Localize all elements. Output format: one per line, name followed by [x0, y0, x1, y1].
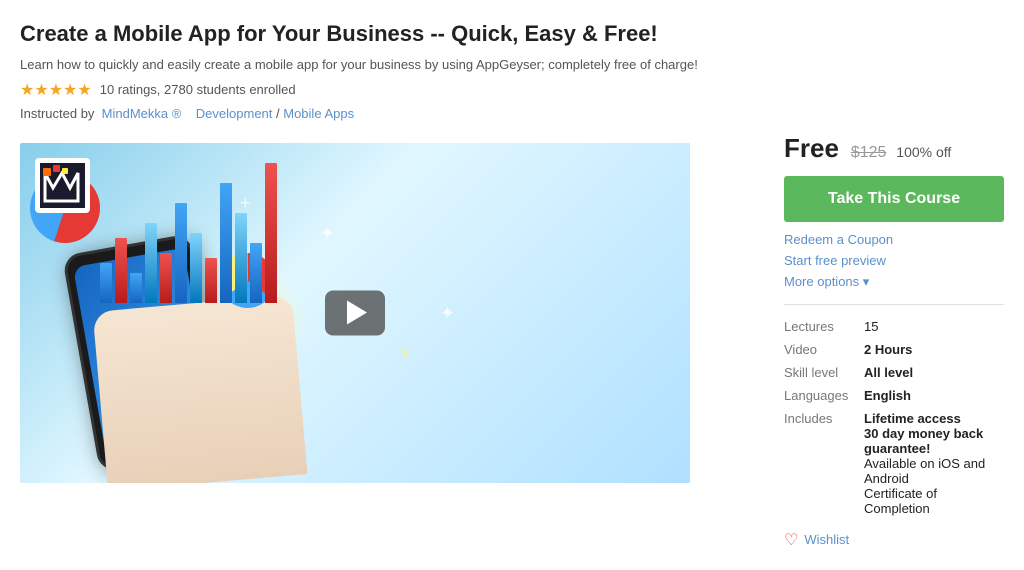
left-column: + ✦ ✦ ×	[20, 133, 764, 483]
price-section: Free $125 100% off	[784, 133, 1004, 164]
bar-11	[250, 243, 262, 303]
price-free-label: Free	[784, 133, 839, 163]
course-title: Create a Mobile App for Your Business --…	[20, 20, 1004, 49]
logo-badge	[35, 158, 90, 213]
meta-row-lectures: Lectures 15	[784, 315, 1004, 338]
languages-label: Languages	[784, 384, 864, 407]
play-triangle-icon	[347, 301, 367, 325]
languages-value: English	[864, 388, 911, 403]
redeem-coupon-link[interactable]: Redeem a Coupon	[784, 232, 1004, 247]
bar-3	[130, 273, 142, 303]
instructor-label: Instructed by	[20, 106, 94, 121]
breadcrumb-cat[interactable]: Development	[196, 106, 273, 121]
includes-line1: Lifetime access	[864, 411, 961, 426]
course-image: + ✦ ✦ ×	[20, 143, 690, 483]
sparkle-4: ×	[400, 343, 411, 364]
price-discount: 100% off	[896, 144, 951, 160]
course-meta: Lectures 15 Video 2 Hours Skill level Al…	[784, 315, 1004, 520]
hand-shape	[93, 294, 308, 482]
includes-line4: Certificate of Completion	[864, 486, 937, 516]
divider	[784, 304, 1004, 305]
ratings-count: 10 ratings, 2780 students enrolled	[100, 82, 296, 97]
includes-line3: Available on iOS and Android	[864, 456, 985, 486]
bar-6	[175, 203, 187, 303]
meta-row-video: Video 2 Hours	[784, 338, 1004, 361]
heart-icon: ♡	[784, 530, 798, 550]
bar-chart	[100, 163, 277, 303]
bar-1	[100, 263, 112, 303]
lectures-label: Lectures	[784, 315, 864, 338]
bar-5	[160, 253, 172, 303]
course-description: Learn how to quickly and easily create a…	[20, 57, 1004, 72]
meta-row-languages: Languages English	[784, 384, 1004, 407]
bar-12	[265, 163, 277, 303]
meta-table: Lectures 15 Video 2 Hours Skill level Al…	[784, 315, 1004, 520]
bar-9	[220, 183, 232, 303]
course-image-bg: + ✦ ✦ ×	[20, 143, 690, 483]
instructor-link[interactable]: MindMekka ®	[102, 106, 182, 121]
sparkle-3: ✦	[440, 303, 455, 324]
ratings-row: ★★★★★ 10 ratings, 2780 students enrolled	[20, 80, 1004, 100]
right-column: Free $125 100% off Take This Course Rede…	[784, 133, 1004, 550]
video-label: Video	[784, 338, 864, 361]
bar-7	[190, 233, 202, 303]
wishlist-button[interactable]: ♡ Wishlist	[784, 530, 849, 550]
take-course-button[interactable]: Take This Course	[784, 176, 1004, 222]
includes-values: Lifetime access 30 day money back guaran…	[864, 407, 1004, 520]
breadcrumb-sub[interactable]: Mobile Apps	[283, 106, 354, 121]
play-button[interactable]	[325, 290, 385, 335]
includes-line2: 30 day money back guarantee!	[864, 426, 983, 456]
breadcrumb-sep: /	[272, 106, 283, 121]
bar-8	[205, 258, 217, 303]
sparkle-1: +	[240, 193, 251, 214]
instructor-row: Instructed by MindMekka ® Development / …	[20, 106, 1004, 121]
bar-2	[115, 238, 127, 303]
video-value: 2 Hours	[864, 342, 912, 357]
start-preview-link[interactable]: Start free preview	[784, 253, 1004, 268]
logo-svg	[40, 163, 85, 208]
meta-row-includes: Includes Lifetime access 30 day money ba…	[784, 407, 1004, 520]
skill-value: All level	[864, 365, 913, 380]
more-options-link[interactable]: More options ▾	[784, 274, 1004, 290]
page-container: + ✦ ✦ × Free $125 100% off Take This Cou…	[20, 133, 1004, 550]
bar-10	[235, 213, 247, 303]
price-original: $125	[851, 144, 887, 161]
breadcrumb: Development / Mobile Apps	[196, 106, 354, 121]
skill-label: Skill level	[784, 361, 864, 384]
meta-row-skill: Skill level All level	[784, 361, 1004, 384]
sparkle-2: ✦	[320, 223, 335, 244]
bar-4	[145, 223, 157, 303]
lectures-value: 15	[864, 315, 1004, 338]
wishlist-label: Wishlist	[804, 532, 849, 547]
star-rating: ★★★★★	[20, 80, 92, 100]
includes-label: Includes	[784, 407, 864, 520]
